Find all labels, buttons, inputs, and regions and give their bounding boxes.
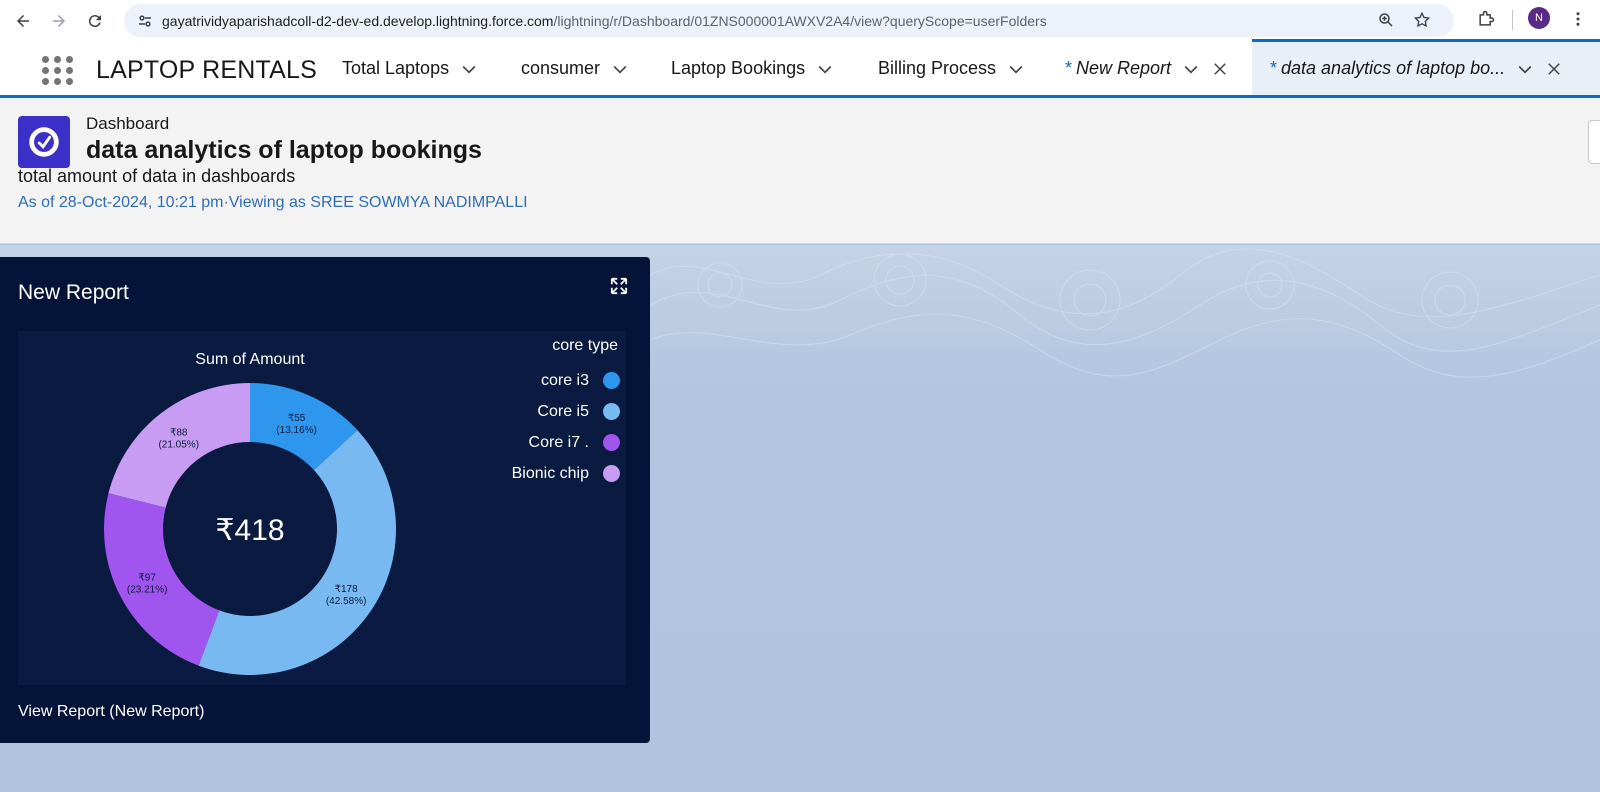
- tab-label: Laptop Bookings: [671, 58, 806, 78]
- header-action-button[interactable]: [1588, 120, 1600, 164]
- legend-title: core type: [552, 337, 618, 354]
- chart-area: Sum of Amount ₹55 (13.16%) ₹178 (42.58%) ₹97…: [18, 331, 626, 685]
- donut-slice-core-i5[interactable]: [198, 430, 396, 675]
- close-tab-icon[interactable]: [1545, 59, 1565, 79]
- unsaved-marker: *: [1065, 58, 1073, 78]
- chevron-down-icon[interactable]: [610, 58, 632, 80]
- address-bar[interactable]: gayatrividyaparishadcoll-d2-dev-ed.devel…: [124, 4, 1454, 37]
- tab-label: Billing Process: [878, 58, 997, 78]
- tab-new-report[interactable]: * New Report: [1065, 42, 1231, 95]
- site-info-icon[interactable]: [134, 10, 156, 32]
- browser-toolbar: gayatrividyaparishadcoll-d2-dev-ed.devel…: [0, 0, 1600, 42]
- dashboard-description: total amount of data in dashboards: [18, 166, 296, 186]
- slice-percent-label: (13.16%): [276, 425, 317, 436]
- back-arrow-icon[interactable]: [8, 6, 38, 36]
- legend-swatch: [603, 372, 620, 389]
- tab-data-analytics[interactable]: * data analytics of laptop bo...: [1252, 39, 1600, 95]
- legend-swatch: [603, 465, 620, 482]
- app-navigation-bar: LAPTOP RENTALS Total Laptops consumer La…: [0, 39, 1600, 98]
- chart-legend: core i3 Core i5 Core i7 . Bionic chip: [512, 365, 620, 489]
- dashboard-refresh-info: As of 28-Oct-2024, 10:21 pm·Viewing as S…: [18, 194, 528, 211]
- page-title: data analytics of laptop bookings: [86, 136, 482, 164]
- donut-center-total: ₹418: [215, 514, 284, 547]
- tab-laptop-bookings[interactable]: Laptop Bookings: [671, 42, 837, 95]
- chevron-down-icon[interactable]: [1006, 58, 1028, 80]
- close-tab-icon[interactable]: [1211, 59, 1231, 79]
- app-launcher-icon[interactable]: [40, 52, 76, 88]
- toolbar-divider: [1512, 10, 1513, 30]
- tab-total-laptops[interactable]: Total Laptops: [342, 42, 481, 95]
- profile-avatar[interactable]: N: [1528, 7, 1550, 29]
- tab-consumer[interactable]: consumer: [521, 42, 632, 95]
- tab-label: data analytics of laptop bo...: [1281, 58, 1506, 78]
- reload-icon[interactable]: [80, 6, 110, 36]
- report-widget: New Report Sum of Amount ₹55 (13.16%) ₹178…: [0, 257, 650, 743]
- legend-item[interactable]: core i3: [512, 365, 620, 396]
- dashboard-gauge-icon: [18, 116, 70, 168]
- record-type-label: Dashboard: [86, 114, 170, 133]
- url-host: gayatrividyaparishadcoll-d2-dev-ed.devel…: [162, 12, 554, 29]
- slice-percent-label: (21.05%): [158, 439, 199, 450]
- slice-percent-label: (42.58%): [326, 596, 367, 607]
- view-report-link[interactable]: View Report (New Report): [18, 703, 204, 721]
- slice-value-label: ₹178: [335, 584, 358, 595]
- app-name: LAPTOP RENTALS: [96, 56, 317, 84]
- donut-slice-core-i7[interactable]: [103, 493, 220, 666]
- tab-label: consumer: [521, 58, 601, 78]
- slice-percent-label: (23.21%): [127, 585, 168, 596]
- chevron-down-icon[interactable]: [1515, 58, 1537, 80]
- chevron-down-icon[interactable]: [815, 58, 837, 80]
- legend-label: Bionic chip: [511, 464, 589, 482]
- widget-title: New Report: [18, 281, 129, 304]
- tab-label: Total Laptops: [342, 58, 450, 78]
- url-path: /lightning/r/Dashboard/01ZNS000001AWXV2A…: [553, 12, 1047, 29]
- dashboard-header: Dashboard data analytics of laptop booki…: [0, 98, 1600, 244]
- slice-value-label: ₹55: [288, 413, 306, 424]
- browser-menu-icon[interactable]: [1568, 7, 1588, 31]
- legend-swatch: [603, 434, 620, 451]
- zoom-icon[interactable]: [1376, 10, 1396, 30]
- legend-swatch: [603, 403, 620, 420]
- slice-value-label: ₹88: [170, 427, 188, 438]
- expand-icon[interactable]: [610, 277, 628, 295]
- chevron-down-icon[interactable]: [459, 58, 481, 80]
- forward-arrow-icon[interactable]: [44, 6, 74, 36]
- slice-value-label: ₹97: [138, 573, 156, 584]
- tab-billing-process[interactable]: Billing Process: [878, 42, 1028, 95]
- tab-label: New Report: [1076, 58, 1172, 78]
- legend-label: Core i7 .: [528, 433, 589, 451]
- legend-item[interactable]: Core i5: [512, 396, 620, 427]
- legend-label: Core i5: [537, 402, 589, 420]
- donut-chart: ₹55(13.16%) ₹178(42.58%) ₹97(23.21%) ₹88(21…: [103, 383, 396, 675]
- legend-label: core i3: [540, 371, 589, 389]
- url-text: gayatrividyaparishadcoll-d2-dev-ed.devel…: [162, 13, 1047, 29]
- legend-item[interactable]: Core i7 .: [512, 427, 620, 458]
- extensions-icon[interactable]: [1474, 7, 1498, 31]
- unsaved-marker: *: [1270, 58, 1278, 78]
- bookmark-star-icon[interactable]: [1412, 10, 1432, 30]
- legend-item[interactable]: Bionic chip: [512, 458, 620, 489]
- chevron-down-icon[interactable]: [1181, 58, 1203, 80]
